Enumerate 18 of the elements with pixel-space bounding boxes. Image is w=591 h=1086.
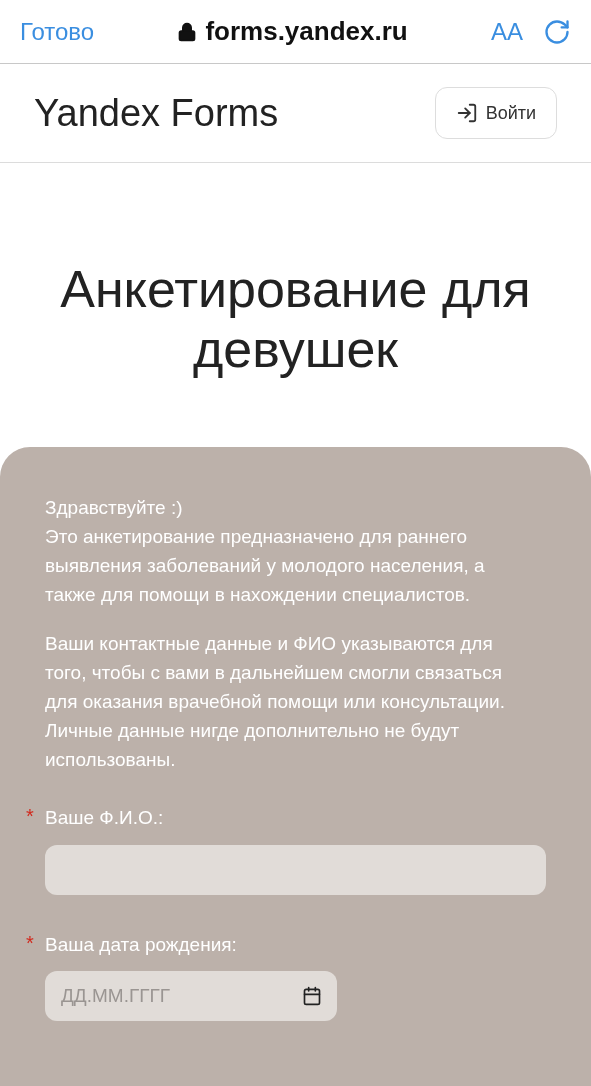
login-button[interactable]: Войти: [434, 87, 557, 139]
address-text[interactable]: forms.yandex.ru: [205, 12, 408, 51]
name-input-field[interactable]: [45, 844, 546, 895]
lock-icon: [177, 21, 198, 42]
intro-paragraph: Личные данные нигде дополнительно не будут использованы.: [45, 719, 461, 772]
question-label: Ваша дата рождения:: [45, 933, 237, 955]
intro-paragraph: Ваши контактные данные и ФИО указываются для того, чтобы с вами в дальнейшем смогли связаться для оказания врачебной помощи или консультации.: [45, 632, 506, 714]
intro-paragraph: Здравствуйте :): [45, 496, 184, 520]
required-asterisk: *: [26, 804, 34, 829]
date-input-field[interactable]: ДД.ММ.ГГГГ: [45, 971, 337, 1021]
reload-icon[interactable]: [543, 17, 571, 46]
login-icon: [455, 102, 478, 124]
question-label: Ваше Ф.И.О.:: [45, 807, 164, 828]
calendar-icon[interactable]: [302, 986, 322, 1006]
required-asterisk: *: [26, 930, 34, 956]
intro-paragraph: Это анкетирование предназначено для раннего выявления заболеваний у молодого населения, а также для помощи в нахождении специалистов.: [45, 525, 486, 607]
form-title: Анкетирование для девушек: [59, 259, 532, 380]
logo-text[interactable]: Yandex Forms: [34, 84, 279, 142]
